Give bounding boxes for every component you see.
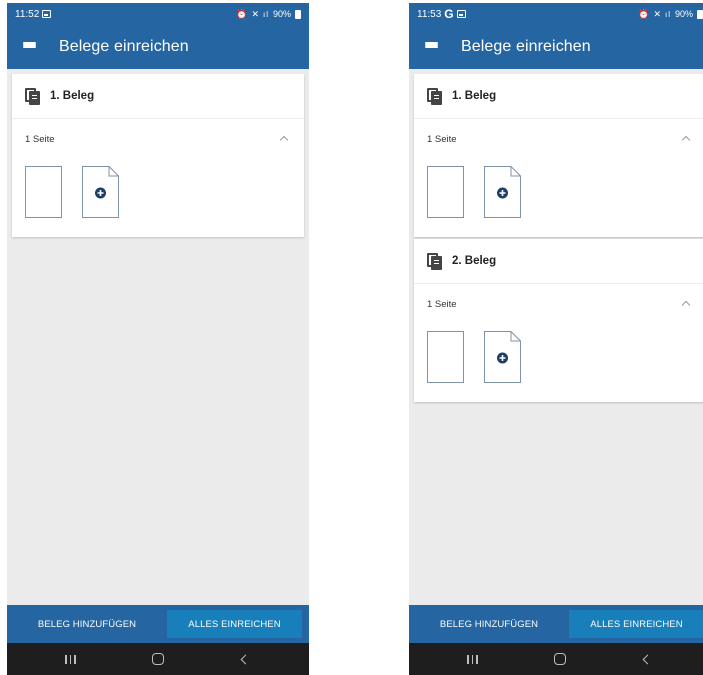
- page-thumbnails: [414, 166, 703, 218]
- bottom-action-bar: BELEG HINZUFÜGEN ALLES EINREICHEN: [7, 605, 309, 643]
- page-title: Belege einreichen: [461, 38, 591, 55]
- receipt-title: 1. Beleg: [452, 90, 497, 102]
- receipt-title: 1. Beleg: [50, 90, 95, 102]
- pages-count: 1 Seite: [25, 133, 55, 145]
- image-notification-icon: [42, 10, 52, 18]
- pages-toggle[interactable]: 1 Seite: [414, 284, 703, 324]
- app-bar: Belege einreichen: [7, 25, 309, 69]
- home-icon[interactable]: [143, 647, 173, 671]
- receipt-list: 1. Beleg 1 Seite: [409, 69, 703, 605]
- mute-icon: ✕: [251, 8, 259, 19]
- add-page-icon[interactable]: [484, 166, 521, 218]
- receipt-card-header: 2. Beleg: [414, 239, 703, 284]
- receipt-card: 2. Beleg 1 Seite: [414, 239, 703, 402]
- bottom-action-bar: BELEG HINZUFÜGEN ALLES EINREICHEN: [409, 605, 703, 643]
- add-receipt-button[interactable]: BELEG HINZUFÜGEN: [7, 605, 167, 643]
- image-notification-icon: [456, 10, 466, 18]
- battery-percent: 90%: [272, 9, 291, 19]
- app-bar: Belege einreichen: [409, 25, 703, 69]
- add-page-icon[interactable]: [484, 331, 521, 383]
- page-thumbnails: [414, 331, 703, 383]
- submit-all-button[interactable]: ALLES EINREICHEN: [569, 610, 703, 638]
- mute-icon: ✕: [653, 8, 661, 19]
- alarm-icon: ⏰: [236, 8, 248, 19]
- system-navigation-bar: [7, 643, 309, 675]
- alarm-icon: ⏰: [638, 8, 650, 19]
- receipt-card-header: 1. Beleg: [12, 74, 304, 119]
- document-icon: [25, 87, 41, 105]
- status-bar: 11:52 ⏰ ✕ ıl 90%: [7, 3, 309, 25]
- submit-all-button[interactable]: ALLES EINREICHEN: [167, 610, 302, 638]
- google-icon: G: [444, 7, 454, 21]
- recents-icon[interactable]: [458, 647, 488, 671]
- status-bar: 11:53 G ⏰ ✕ ıl 90%: [409, 3, 703, 25]
- status-time: 11:53: [417, 8, 442, 20]
- chevron-up-icon[interactable]: [680, 298, 692, 310]
- pages-count: 1 Seite: [427, 298, 457, 310]
- system-navigation-bar: [409, 643, 703, 675]
- document-icon: [427, 252, 443, 270]
- receipt-card: 1. Beleg 1 Seite: [12, 74, 304, 237]
- pages-count: 1 Seite: [427, 133, 457, 145]
- recents-icon[interactable]: [56, 647, 86, 671]
- add-receipt-button[interactable]: BELEG HINZUFÜGEN: [409, 605, 569, 643]
- home-icon[interactable]: [545, 647, 575, 671]
- back-icon[interactable]: [632, 647, 662, 671]
- signal-icon: ıl: [262, 9, 269, 19]
- add-page-icon[interactable]: [82, 166, 119, 218]
- status-time: 11:52: [15, 8, 40, 20]
- chevron-up-icon[interactable]: [278, 133, 290, 145]
- phone-screen-right: 11:53 G ⏰ ✕ ıl 90% Belege einreichen 1. …: [409, 3, 703, 675]
- phone-screen-left: 11:52 ⏰ ✕ ıl 90% Belege einreichen 1. Be…: [7, 3, 309, 675]
- receipt-list: 1. Beleg 1 Seite: [7, 69, 309, 605]
- page-thumbnail[interactable]: [427, 166, 464, 218]
- battery-percent: 90%: [674, 9, 693, 19]
- page-thumbnail[interactable]: [25, 166, 62, 218]
- pages-toggle[interactable]: 1 Seite: [12, 119, 304, 159]
- pages-toggle[interactable]: 1 Seite: [414, 119, 703, 159]
- page-title: Belege einreichen: [59, 38, 189, 55]
- page-thumbnail[interactable]: [427, 331, 464, 383]
- document-icon: [427, 87, 443, 105]
- battery-icon: [697, 9, 703, 19]
- receipt-card-header: 1. Beleg: [414, 74, 703, 119]
- receipt-title: 2. Beleg: [452, 255, 497, 267]
- battery-icon: [295, 9, 301, 19]
- menu-icon[interactable]: [409, 25, 453, 69]
- back-icon[interactable]: [230, 647, 260, 671]
- menu-icon[interactable]: [7, 25, 51, 69]
- signal-icon: ıl: [664, 9, 671, 19]
- receipt-card: 1. Beleg 1 Seite: [414, 74, 703, 237]
- page-thumbnails: [12, 166, 304, 218]
- chevron-up-icon[interactable]: [680, 133, 692, 145]
